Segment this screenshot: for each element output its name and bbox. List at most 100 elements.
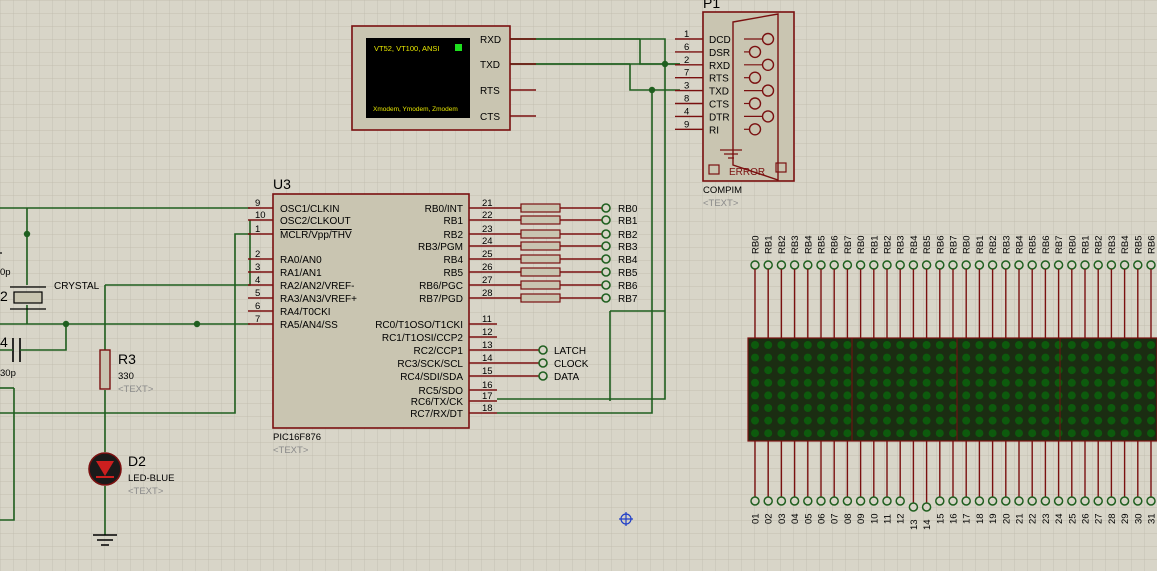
rb-terminal-icon [601,280,611,290]
matrix-led [830,404,839,412]
matrix-led [856,429,865,438]
matrix-bottom-terminal-icon [1133,496,1143,506]
matrix-top-label: RB4 [1015,236,1026,254]
matrix-led [751,429,759,438]
matrix-led [1094,353,1103,362]
mcu-right-pin-name: RC6/TX/CK [411,397,464,408]
matrix-led [817,391,825,400]
matrix-led [1028,404,1037,412]
schematic-canvas[interactable]: VT52, VT100, ANSI Xmodem, Ymodem, Zmodem… [0,0,1157,571]
d2-ref: D2 [128,453,146,469]
matrix-led [1107,416,1116,425]
matrix-top-label: RB6 [1041,236,1052,254]
matrix-led [1120,366,1129,375]
compim-pin-dsr: DSR [709,48,730,59]
terminal-footer: Xmodem, Ymodem, Zmodem [373,106,458,113]
matrix-led [790,404,799,412]
matrix-led [751,353,759,362]
matrix-led [817,429,825,438]
matrix-led [1120,378,1129,387]
mcu-left-pin-name: MCLR/Vpp/THV [280,230,352,241]
rb-terminal-label: RB6 [618,281,638,292]
matrix-led [1094,391,1103,400]
terminal-pin-rxd: RXD [480,35,501,46]
matrix-led [1133,378,1142,387]
matrix-led [1094,416,1103,425]
matrix-bottom-terminal-icon [842,496,853,506]
rb-resistor [520,280,561,290]
mcu-left-pin-num: 2 [255,249,260,260]
matrix-top-terminal-icon [763,260,773,270]
matrix-top-terminal-icon [948,260,958,270]
matrix-led [922,353,931,362]
mcu-right-pin-num: 15 [482,366,493,377]
matrix-top-terminal-icon [1014,260,1024,270]
matrix-led [843,429,852,438]
mcu-right-pin-name: RB2 [444,230,464,241]
matrix-top-label: RB5 [922,236,933,254]
virtual-terminal[interactable]: VT52, VT100, ANSI Xmodem, Ymodem, Zmodem… [351,25,536,131]
mcu-left-pin-name: RA3/AN3/VREF+ [280,294,357,305]
mcu-left-pin-num: 5 [255,288,260,299]
matrix-led [1041,353,1050,362]
matrix-bottom-label: 29 [1120,513,1131,524]
matrix-led [1094,378,1103,387]
matrix-led [1028,366,1037,375]
mcu-right-pin-name: RB4 [444,255,464,266]
mcu-left-pin-name: OSC2/CLKOUT [280,216,351,227]
matrix-led [1001,404,1010,412]
r3-ref: R3 [118,351,136,367]
mcu-right-pin-name: RB5 [444,268,464,279]
matrix-top-terminal-icon [921,260,932,270]
matrix-led [935,341,944,349]
matrix-led [856,378,865,387]
matrix-led [896,366,905,375]
matrix-led [856,391,865,400]
compim-pin-num: 7 [684,68,689,79]
matrix-led [1120,404,1129,412]
rb-resistor [520,293,561,303]
compim-pin-rxd: RXD [709,61,730,72]
matrix-led [988,378,997,387]
matrix-led [803,404,812,412]
matrix-led [1147,366,1155,375]
matrix-led [935,404,944,412]
matrix-led [988,404,997,412]
matrix-led [909,416,918,425]
matrix-top-label: RB3 [790,236,801,254]
matrix-bottom-label: 23 [1041,513,1052,524]
matrix-led [935,378,944,387]
matrix-led [1054,404,1063,412]
matrix-led [790,391,799,400]
matrix-bottom-label: 14 [922,519,933,530]
matrix-bottom-label: 07 [830,513,841,524]
rb-terminal-icon [601,203,611,213]
matrix-led [830,353,839,362]
matrix-led [975,353,984,362]
matrix-bottom-label: 03 [777,513,788,524]
matrix-led [1107,404,1116,412]
matrix-top-label: RB3 [1001,236,1012,254]
matrix-top-terminal-icon [776,260,787,270]
matrix-led [843,416,852,425]
matrix-led [1133,429,1142,438]
matrix-bottom-label: 15 [935,513,946,524]
matrix-led [1041,404,1050,412]
matrix-top-terminal-icon [1080,260,1090,270]
matrix-led [1015,391,1023,400]
pic16f876[interactable]: U3 9 OSC1/CLKIN 10 OSC2/CLKOUT 1 MCLR/Vpp/THV… [248,176,497,456]
matrix-led [764,378,773,387]
matrix-led [1133,366,1142,375]
matrix-led [1094,404,1103,412]
matrix-led [1133,404,1142,412]
mcu-right-pin-num: 25 [482,249,493,260]
matrix-led [1001,341,1010,349]
matrix-top-terminal-icon [1093,260,1103,270]
matrix-led [1041,429,1050,438]
matrix-led [843,391,852,400]
matrix-led [975,366,984,375]
matrix-led [962,416,971,425]
matrix-bottom-terminal-icon [816,496,826,506]
matrix-led [1133,391,1142,400]
matrix-top-terminal-icon [1106,260,1117,270]
